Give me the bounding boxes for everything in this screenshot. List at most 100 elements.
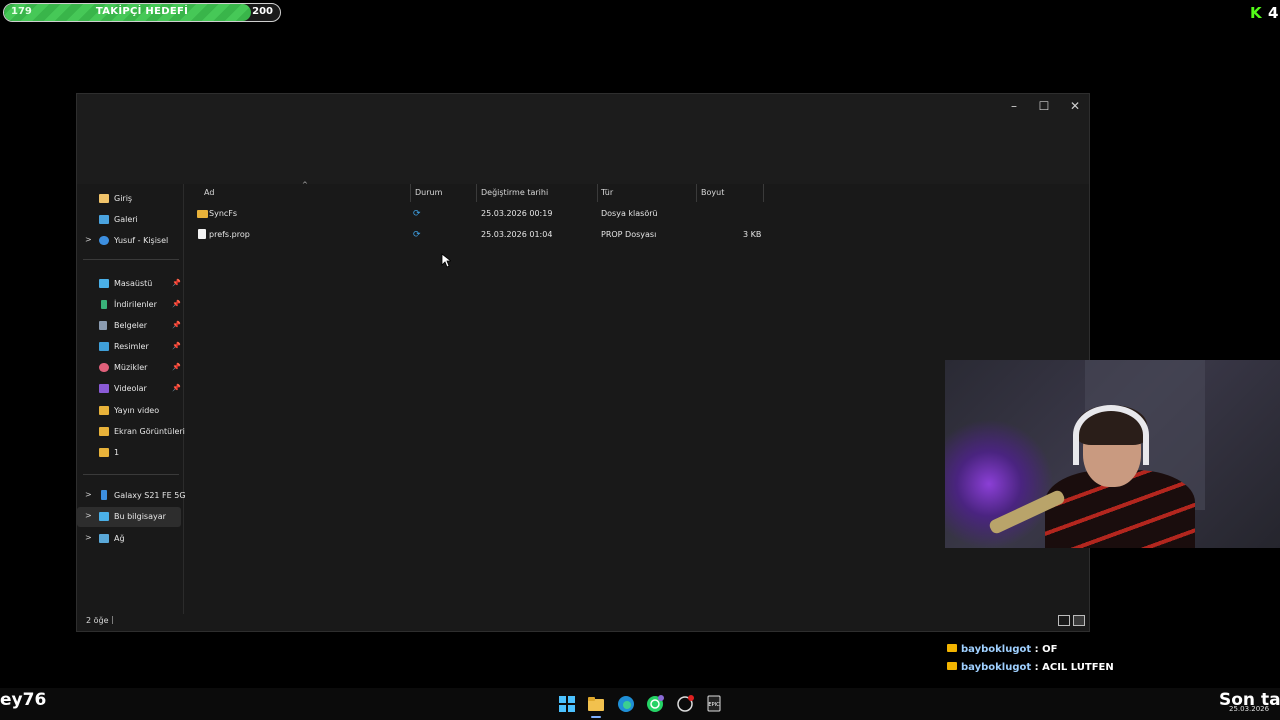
edge-icon[interactable] bbox=[617, 695, 635, 713]
webcam-overlay bbox=[945, 360, 1280, 548]
taskbar bbox=[0, 688, 1280, 720]
gallery-icon bbox=[99, 215, 109, 224]
chevron-right-icon[interactable]: > bbox=[85, 533, 92, 542]
explorer-title-bar: – ☐ ✕ bbox=[77, 94, 1089, 184]
app-icon[interactable] bbox=[676, 695, 694, 713]
chat-username: bayboklugot bbox=[961, 644, 1032, 655]
folder-icon bbox=[197, 210, 208, 218]
folder-icon bbox=[99, 427, 109, 436]
nav-item-documents[interactable]: Belgeler 📌 bbox=[77, 316, 181, 336]
folder-icon bbox=[99, 448, 109, 457]
chat-badge-icon bbox=[947, 662, 957, 670]
goal-target-count: 200 bbox=[252, 6, 273, 17]
nav-item-onedrive[interactable]: > Yusuf - Kişisel bbox=[77, 231, 181, 251]
kick-logo-icon: K bbox=[1250, 4, 1262, 22]
pin-icon: 📌 bbox=[172, 363, 181, 371]
phone-icon bbox=[101, 490, 107, 500]
network-icon bbox=[99, 534, 109, 543]
file-row[interactable]: prefs.prop ⟳ 25.03.2026 01:04 PROP Dosya… bbox=[184, 225, 764, 245]
taskbar-date: 25.03.2026 bbox=[1229, 705, 1270, 713]
chat-message: bayboklugot : ACIL LUTFEN bbox=[947, 662, 1114, 673]
whatsapp-icon[interactable] bbox=[646, 695, 664, 713]
sync-status-icon: ⟳ bbox=[413, 209, 421, 219]
nav-item-screenshots[interactable]: Ekran Görüntüleri bbox=[77, 422, 185, 442]
chat-badge-icon bbox=[947, 644, 957, 652]
videos-icon bbox=[99, 384, 109, 393]
chevron-right-icon[interactable]: > bbox=[85, 235, 92, 244]
pin-icon: 📌 bbox=[172, 300, 181, 308]
column-divider[interactable] bbox=[597, 184, 598, 202]
headset bbox=[1073, 405, 1149, 465]
nav-item-yayin-video[interactable]: Yayın video bbox=[77, 401, 181, 421]
nav-item-home[interactable]: Giriş bbox=[77, 189, 181, 209]
large-icons-view-button[interactable] bbox=[1073, 615, 1085, 626]
nav-item-music[interactable]: Müzikler 📌 bbox=[77, 358, 181, 378]
download-icon bbox=[101, 300, 107, 309]
chat-username: bayboklugot bbox=[961, 662, 1032, 673]
column-header-size[interactable]: Boyut bbox=[701, 188, 724, 197]
file-explorer-taskbar-icon[interactable] bbox=[587, 695, 605, 713]
pin-icon: 📌 bbox=[172, 342, 181, 350]
file-modified: 25.03.2026 01:04 bbox=[481, 230, 553, 239]
status-separator: | bbox=[111, 615, 114, 624]
minimize-button[interactable]: – bbox=[999, 97, 1029, 115]
music-icon bbox=[99, 363, 109, 372]
start-icon[interactable] bbox=[558, 695, 576, 713]
goal-title: TAKİPÇİ HEDEFİ bbox=[95, 6, 189, 17]
nav-item-pictures[interactable]: Resimler 📌 bbox=[77, 337, 181, 357]
nav-divider bbox=[83, 259, 179, 260]
nav-item-downloads[interactable]: İndirilenler 📌 bbox=[77, 295, 181, 315]
maximize-button[interactable]: ☐ bbox=[1029, 97, 1059, 115]
file-icon bbox=[198, 229, 206, 239]
follower-goal-bar: 179 TAKİPÇİ HEDEFİ 200 bbox=[3, 3, 281, 22]
chat-message: bayboklugot : OF bbox=[947, 644, 1057, 655]
column-divider[interactable] bbox=[476, 184, 477, 202]
chevron-right-icon[interactable]: > bbox=[85, 490, 92, 499]
column-header-type[interactable]: Tür bbox=[601, 188, 613, 197]
desktop-icon bbox=[99, 279, 109, 288]
pin-icon: 📌 bbox=[172, 384, 181, 392]
nav-item-videos[interactable]: Videolar 📌 bbox=[77, 379, 181, 399]
nav-item-network[interactable]: > Ağ bbox=[77, 529, 181, 549]
svg-text:EPIC: EPIC bbox=[708, 702, 720, 708]
file-type: Dosya klasörü bbox=[601, 209, 658, 218]
chevron-right-icon[interactable]: > bbox=[85, 511, 92, 520]
close-button[interactable]: ✕ bbox=[1060, 97, 1090, 115]
home-icon bbox=[99, 194, 109, 203]
pin-icon: 📌 bbox=[172, 279, 181, 287]
column-divider[interactable] bbox=[696, 184, 697, 202]
pin-icon: 📌 bbox=[172, 321, 181, 329]
column-divider[interactable] bbox=[410, 184, 411, 202]
file-modified: 25.03.2026 00:19 bbox=[481, 209, 553, 218]
nav-item-this-pc[interactable]: > Bu bilgisayar bbox=[77, 507, 181, 527]
file-size: 3 KB bbox=[743, 230, 762, 239]
nav-item-desktop[interactable]: Masaüstü 📌 bbox=[77, 274, 181, 294]
mouse-pointer-icon bbox=[441, 253, 451, 268]
nav-divider bbox=[83, 474, 179, 475]
ticker-left-text: ey76 bbox=[0, 690, 47, 710]
details-view-button[interactable] bbox=[1058, 615, 1070, 626]
file-explorer-window: – ☐ ✕ Giriş Galeri > Yusuf - Kişisel Mas… bbox=[76, 93, 1090, 632]
file-name: SyncFs bbox=[209, 209, 238, 218]
navigation-pane: Giriş Galeri > Yusuf - Kişisel Masaüstü … bbox=[77, 184, 186, 614]
column-header-status[interactable]: Durum bbox=[415, 188, 442, 197]
onedrive-icon bbox=[99, 236, 109, 245]
sync-status-icon: ⟳ bbox=[413, 230, 421, 240]
active-app-indicator bbox=[591, 716, 601, 718]
nav-item-galaxy[interactable]: > Galaxy S21 FE 5G bbox=[77, 486, 186, 506]
nav-item-folder-1[interactable]: 1 bbox=[77, 443, 181, 463]
computer-icon bbox=[99, 512, 109, 521]
nav-item-gallery[interactable]: Galeri bbox=[77, 210, 181, 230]
epic-games-icon[interactable]: EPIC bbox=[705, 695, 723, 713]
file-type: PROP Dosyası bbox=[601, 230, 657, 239]
file-row[interactable]: SyncFs ⟳ 25.03.2026 00:19 Dosya klasörü bbox=[184, 204, 764, 224]
column-header-name[interactable]: Ad bbox=[204, 188, 214, 197]
pictures-icon bbox=[99, 342, 109, 351]
chat-text: : OF bbox=[1034, 644, 1058, 655]
chat-text: : ACIL LUTFEN bbox=[1034, 662, 1114, 673]
sort-ascending-icon: ^ bbox=[302, 181, 308, 189]
status-bar: 2 öğe | bbox=[77, 612, 1089, 631]
column-header-modified[interactable]: Değiştirme tarihi bbox=[481, 188, 548, 197]
item-count: 2 öğe bbox=[86, 616, 109, 625]
column-divider[interactable] bbox=[763, 184, 764, 202]
